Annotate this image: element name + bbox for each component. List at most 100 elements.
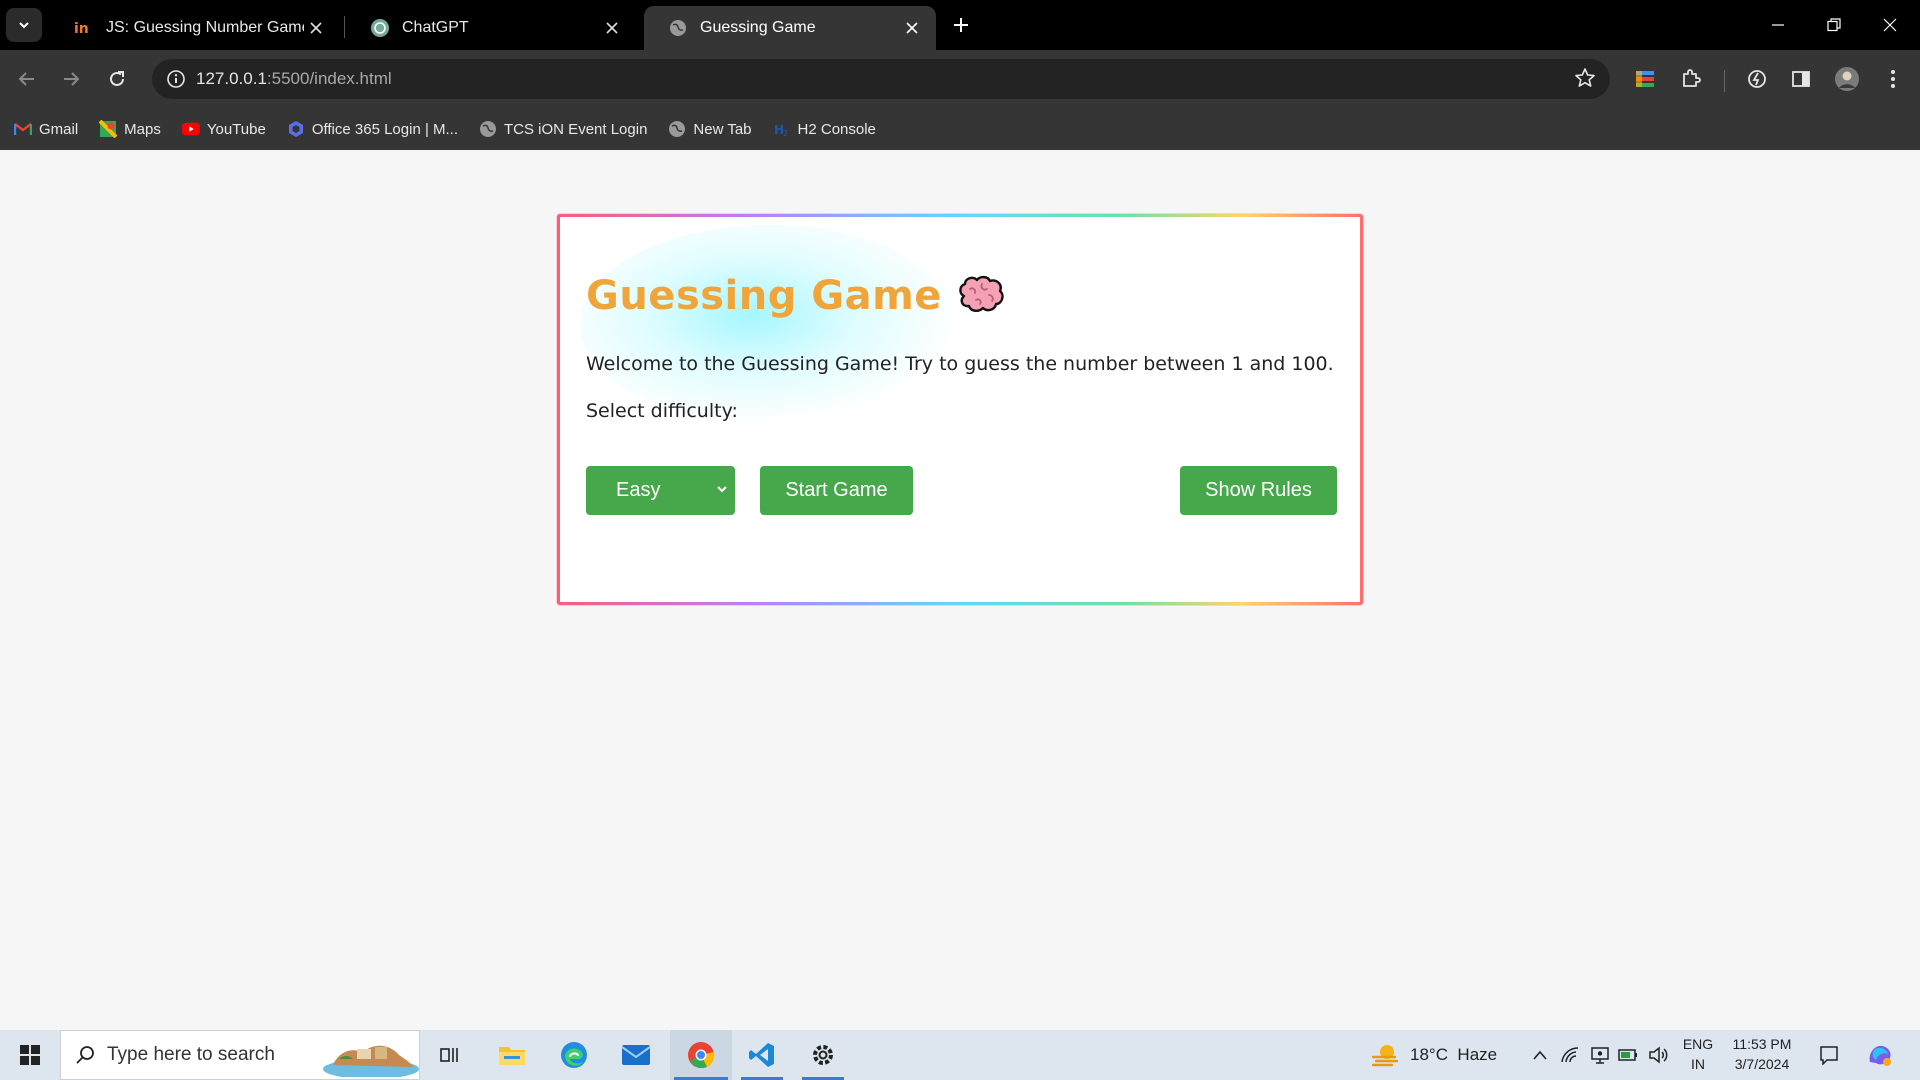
bookmark-youtube[interactable]: YouTube <box>181 120 266 138</box>
restore-button[interactable] <box>1806 0 1862 50</box>
url-text: 127.0.0.1:5500/index.html <box>196 69 392 89</box>
show-hidden-icons-button[interactable] <box>1528 1030 1552 1080</box>
difficulty-selected-value: Easy <box>616 479 661 501</box>
chrome-button[interactable] <box>670 1030 732 1080</box>
copilot-button[interactable] <box>1860 1030 1900 1080</box>
plus-icon <box>954 18 968 32</box>
browser-menu-button[interactable] <box>1876 62 1910 96</box>
chevron-down-icon <box>717 486 727 493</box>
tab-search-button[interactable] <box>6 8 42 42</box>
close-icon[interactable] <box>900 16 924 40</box>
avatar <box>1835 67 1859 91</box>
edge-button[interactable] <box>552 1030 596 1080</box>
bookmark-gmail[interactable]: Gmail <box>14 120 78 138</box>
tab-guessing-game[interactable]: Guessing Game <box>644 6 936 50</box>
bookmark-label: Maps <box>124 120 161 138</box>
tab-separator <box>344 16 345 38</box>
back-button[interactable] <box>10 62 44 96</box>
settings-button[interactable] <box>798 1030 848 1080</box>
mail-icon <box>621 1045 651 1065</box>
vscode-icon <box>749 1043 774 1067</box>
difficulty-label: Select difficulty: <box>586 400 738 422</box>
start-button[interactable] <box>8 1030 52 1080</box>
start-game-button[interactable]: Start Game <box>760 466 913 515</box>
show-rules-button[interactable]: Show Rules <box>1180 466 1337 515</box>
bookmark-label: New Tab <box>693 120 752 138</box>
battery-icon <box>1618 1049 1637 1061</box>
globe-icon <box>668 120 686 138</box>
h2-icon: H2 <box>773 120 791 138</box>
weather-text: 18°C Haze <box>1410 1045 1498 1064</box>
region-code: IN <box>1691 1056 1705 1072</box>
youtube-icon <box>181 120 200 138</box>
arrow-right-icon <box>64 72 80 86</box>
tab-chatgpt[interactable]: ChatGPT <box>346 6 636 50</box>
profile-button[interactable] <box>1830 62 1864 96</box>
notifications-button[interactable] <box>1814 1030 1844 1080</box>
vscode-button[interactable] <box>737 1030 787 1080</box>
task-view-button[interactable] <box>430 1030 470 1080</box>
device-icon <box>1591 1047 1609 1064</box>
bookmark-label: H2 Console <box>797 120 876 138</box>
reload-button[interactable] <box>100 62 134 96</box>
extensions-menu-button[interactable] <box>1674 62 1708 96</box>
title-text: Guessing Game <box>586 273 942 319</box>
performance-button[interactable] <box>1740 62 1774 96</box>
file-explorer-button[interactable] <box>490 1030 534 1080</box>
extension-button[interactable] <box>1628 62 1662 96</box>
chatgpt-icon <box>370 18 390 38</box>
bookmark-tcs-ion[interactable]: TCS iON Event Login <box>479 120 647 138</box>
bookmark-label: Gmail <box>39 120 79 138</box>
tab-js-guessing[interactable]: in JS: Guessing Number Game Ass <box>50 6 340 50</box>
reload-icon <box>110 71 124 86</box>
difficulty-select[interactable]: Easy <box>586 466 735 515</box>
page-viewport: Guessing Game Welcome to the Guessing Ga… <box>0 150 1920 1030</box>
close-window-button[interactable] <box>1862 0 1918 50</box>
gear-icon <box>813 1045 833 1065</box>
forward-button[interactable] <box>54 62 88 96</box>
globe-icon <box>668 18 688 38</box>
url-path: :5500/index.html <box>266 69 392 88</box>
meet-now-status[interactable] <box>1588 1030 1612 1080</box>
minimize-icon <box>1772 24 1784 26</box>
svg-text:2: 2 <box>783 129 788 138</box>
search-highlight-image <box>323 1045 419 1077</box>
weather-widget[interactable]: 18°C Haze <box>1370 1030 1510 1080</box>
close-icon[interactable] <box>304 16 328 40</box>
windows-taskbar: Type here to search 18°C Haze ENG IN 11:… <box>0 1030 1920 1080</box>
language-indicator[interactable]: ENG IN <box>1680 1036 1716 1072</box>
clock-time: 11:53 PM <box>1732 1036 1792 1052</box>
volume-status[interactable] <box>1646 1030 1670 1080</box>
tab-title: ChatGPT <box>402 19 469 36</box>
weather-haze-icon <box>1371 1045 1399 1067</box>
search-placeholder: Type here to search <box>107 1044 275 1065</box>
bookmark-office365[interactable]: Office 365 Login | M... <box>287 120 458 138</box>
svg-text:in: in <box>74 21 89 36</box>
bookmarks-bar: Gmail Maps YouTube Office 365 Login | M.… <box>0 108 1920 150</box>
new-tab-button[interactable] <box>946 10 976 40</box>
bookmark-maps[interactable]: Maps <box>99 120 161 138</box>
battery-status[interactable] <box>1616 1030 1640 1080</box>
bookmark-label: Office 365 Login | M... <box>311 120 459 138</box>
bookmark-new-tab[interactable]: New Tab <box>668 120 752 138</box>
copilot-icon <box>1869 1045 1891 1066</box>
taskbar-search-box[interactable]: Type here to search <box>60 1030 420 1080</box>
address-bar[interactable]: 127.0.0.1:5500/index.html <box>152 59 1610 99</box>
bookmark-h2-console[interactable]: H2 H2 Console <box>773 120 876 139</box>
close-icon[interactable] <box>600 16 624 40</box>
chevron-up-icon <box>1533 1050 1547 1060</box>
toolbar-separator <box>1724 70 1725 92</box>
side-panel-button[interactable] <box>1784 62 1818 96</box>
maps-icon <box>99 120 118 138</box>
site-info-icon[interactable] <box>156 69 196 89</box>
mail-button[interactable] <box>614 1030 658 1080</box>
arrow-left-icon <box>18 72 34 86</box>
side-panel-icon <box>1792 71 1810 87</box>
network-status[interactable] <box>1558 1030 1582 1080</box>
notification-icon <box>1820 1046 1838 1065</box>
clock[interactable]: 11:53 PM 3/7/2024 <box>1722 1036 1802 1072</box>
bookmark-star-icon[interactable] <box>1574 67 1596 94</box>
page-title: Guessing Game <box>586 273 1006 319</box>
gmail-icon <box>14 120 32 138</box>
minimize-button[interactable] <box>1750 0 1806 50</box>
